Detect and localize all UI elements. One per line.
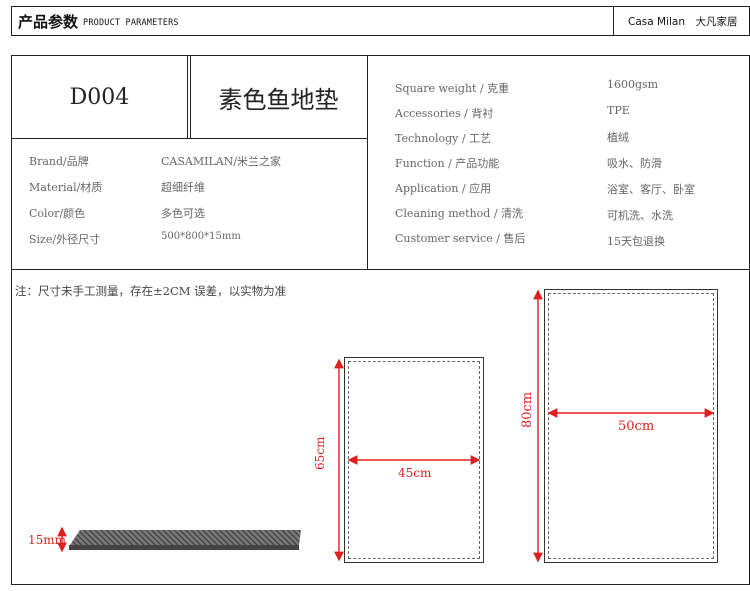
thickness-label: 15mm [28, 533, 67, 547]
dimension-arrows [57, 289, 715, 563]
mat-thickness-slab [70, 530, 301, 545]
small-height-label: 65cm [313, 436, 327, 470]
large-height-label: 80cm [520, 391, 535, 428]
mat-thickness-base [69, 545, 299, 550]
large-width-label: 50cm [618, 419, 655, 434]
small-width-label: 45cm [398, 466, 432, 480]
